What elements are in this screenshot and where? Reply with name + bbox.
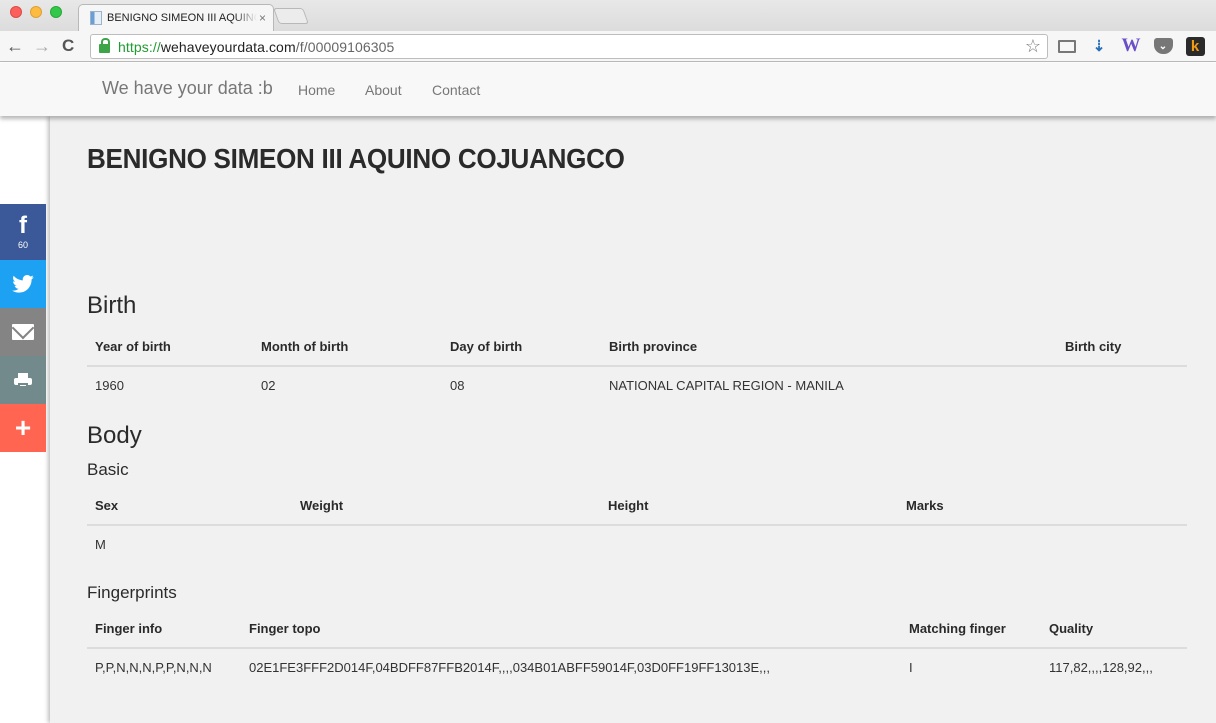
table-cell <box>292 525 600 563</box>
pocket-extension-icon[interactable]: ⌄ <box>1152 35 1174 57</box>
table-cell: I <box>909 660 913 675</box>
basic-table: Sex Weight Height Marks M <box>87 487 1187 563</box>
envelope-icon <box>12 324 34 340</box>
column-header: Month of birth <box>253 328 442 367</box>
table-cell: 02 <box>261 378 276 393</box>
cast-screen-shape <box>1058 39 1076 53</box>
print-button[interactable] <box>0 356 46 404</box>
reload-icon[interactable]: C <box>62 36 74 56</box>
url-text[interactable]: https://wehaveyourdata.com/f/00009106305 <box>118 39 394 55</box>
column-header: Birth city <box>1057 328 1187 367</box>
column-header: Day of birth <box>442 328 601 367</box>
basic-heading: Basic <box>87 460 129 479</box>
fingerprints-heading: Fingerprints <box>87 583 177 602</box>
new-tab-button[interactable] <box>273 8 309 24</box>
table-header-row: Year of birth Month of birth Day of birt… <box>87 328 1187 367</box>
tab-title: BENIGNO SIMEON III AQUINO COJUANGCO <box>107 12 257 24</box>
column-header: Birth province <box>601 328 1057 367</box>
table-cell: 1960 <box>95 378 124 393</box>
maximize-window-button[interactable] <box>50 6 62 18</box>
table-cell: P,P,N,N,N,P,P,N,N,N <box>95 660 212 675</box>
column-header: Weight <box>292 487 600 526</box>
bookmark-star-icon[interactable]: ☆ <box>1025 36 1041 57</box>
page: We have your data :b Home About Contact … <box>0 63 1216 723</box>
column-header: Quality <box>1041 610 1187 649</box>
top-navbar: We have your data :b Home About Contact <box>0 63 1216 116</box>
column-header: Matching finger <box>901 610 1041 649</box>
birth-heading: Birth <box>87 292 137 319</box>
cast-icon[interactable] <box>1056 35 1078 57</box>
url-scheme: https:// <box>118 38 161 55</box>
browser-titlebar: BENIGNO SIMEON III AQUINO COJUANGCO × <box>0 0 1216 31</box>
main-content: BENIGNO SIMEON III AQUINO COJUANGCO Birt… <box>50 116 1216 723</box>
brand-link[interactable]: We have your data :b <box>102 78 273 99</box>
table-row: M <box>87 525 1187 563</box>
nav-contact-link[interactable]: Contact <box>432 82 480 98</box>
column-header: Height <box>600 487 898 526</box>
forward-arrow-icon[interactable]: → <box>33 36 51 56</box>
table-cell: M <box>95 537 106 552</box>
browser-toolbar: ← → C https://wehaveyourdata.com/f/00009… <box>0 31 1216 62</box>
table-header-row: Finger info Finger topo Matching finger … <box>87 610 1187 649</box>
table-cell <box>898 525 1187 563</box>
page-favicon-icon <box>90 11 102 25</box>
table-row: P,P,N,N,N,P,P,N,N,N 02E1FE3FFF2D014F,04B… <box>87 648 1187 686</box>
more-share-button[interactable]: + <box>0 404 46 452</box>
nav-home-link[interactable]: Home <box>298 82 335 98</box>
page-title: BENIGNO SIMEON III AQUINO COJUANGCO <box>87 143 625 174</box>
close-tab-icon[interactable]: × <box>259 11 266 25</box>
pocket-shape: ⌄ <box>1153 38 1173 54</box>
lock-icon <box>99 38 110 53</box>
twitter-bird-icon <box>12 275 34 293</box>
printer-icon <box>14 372 32 388</box>
table-cell: 02E1FE3FFF2D014F,04BDFF87FFB2014F,,,,034… <box>249 660 770 675</box>
twitter-share-button[interactable] <box>0 260 46 308</box>
k-shape: k <box>1185 36 1205 56</box>
download-extension-icon[interactable]: ⇣ <box>1088 35 1110 57</box>
close-window-button[interactable] <box>10 6 22 18</box>
table-cell: NATIONAL CAPITAL REGION - MANILA <box>609 378 844 393</box>
plus-icon: + <box>14 412 32 443</box>
back-arrow-icon[interactable]: ← <box>6 36 24 56</box>
table-header-row: Sex Weight Height Marks <box>87 487 1187 526</box>
address-bar[interactable]: https://wehaveyourdata.com/f/00009106305… <box>90 34 1048 59</box>
facebook-icon: f <box>19 211 27 239</box>
table-cell <box>1057 366 1187 404</box>
browser-tab-content[interactable]: BENIGNO SIMEON III AQUINO COJUANGCO × <box>84 5 270 31</box>
column-header: Finger info <box>87 610 241 649</box>
table-row: 1960 02 08 NATIONAL CAPITAL REGION - MAN… <box>87 366 1187 404</box>
url-host: wehaveyourdata.com <box>160 38 296 55</box>
facebook-share-button[interactable]: f 60 <box>0 204 46 260</box>
table-cell: 117,82,,,,128,92,,, <box>1049 660 1153 675</box>
w-extension-icon[interactable]: W <box>1120 35 1142 57</box>
facebook-share-count: 60 <box>17 239 28 250</box>
birth-table: Year of birth Month of birth Day of birt… <box>87 328 1187 404</box>
column-header: Sex <box>87 487 292 526</box>
nav-about-link[interactable]: About <box>365 82 402 98</box>
body-heading: Body <box>87 422 142 449</box>
column-header: Marks <box>898 487 1187 526</box>
table-cell: 08 <box>450 378 465 393</box>
table-cell <box>600 525 898 563</box>
printer-paper <box>18 382 28 388</box>
minimize-window-button[interactable] <box>30 6 42 18</box>
column-header: Finger topo <box>241 610 901 649</box>
printer-top <box>18 372 28 378</box>
column-header: Year of birth <box>87 328 253 367</box>
url-path: /f/00009106305 <box>295 38 395 55</box>
fingerprints-table: Finger info Finger topo Matching finger … <box>87 610 1187 686</box>
email-share-button[interactable] <box>0 308 46 356</box>
k-extension-icon[interactable]: k <box>1184 35 1206 57</box>
